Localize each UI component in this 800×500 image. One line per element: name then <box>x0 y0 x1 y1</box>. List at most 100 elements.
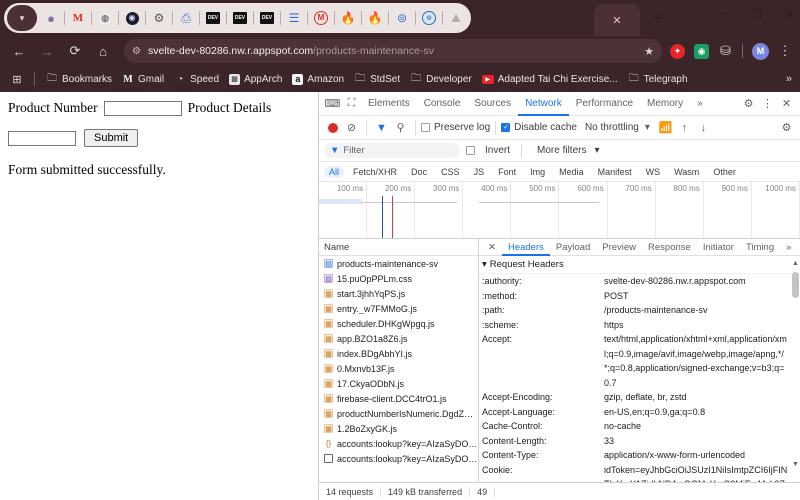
bookmark-gmail[interactable]: M Gmail <box>117 71 169 87</box>
new-tab-button[interactable]: + <box>648 10 668 30</box>
profile-avatar[interactable]: M <box>752 42 769 60</box>
chevron-tab[interactable]: ▾ <box>7 5 37 31</box>
preserve-log-checkbox[interactable] <box>421 123 430 132</box>
site-settings-icon[interactable]: ⚙ <box>132 46 141 57</box>
gray-tab[interactable]: ⛰ <box>443 5 469 31</box>
request-row[interactable]: ▤ products-maintenance-sv <box>319 256 478 271</box>
dev-tab-1[interactable]: DEV <box>200 5 226 31</box>
dev-tab-2[interactable]: DEV <box>227 5 253 31</box>
network-settings-icon[interactable]: ⚙ <box>777 118 796 137</box>
request-row[interactable]: ▦ 1.2BoZxyGK.js <box>319 421 478 436</box>
export-har-icon[interactable]: ↓ <box>694 118 713 137</box>
bookmark-apparch[interactable]: ▩ AppArch <box>224 72 287 87</box>
preserve-log-label[interactable]: Preserve log <box>434 122 490 133</box>
invert-label[interactable]: Invert <box>485 145 510 156</box>
type-chip-ws[interactable]: WS <box>641 166 666 178</box>
scrollbar-thumb[interactable] <box>792 272 799 298</box>
active-tab[interactable]: ✕ <box>594 4 640 36</box>
apps-grid-icon[interactable]: ⊞ <box>6 73 28 86</box>
request-row[interactable]: ▦ productNumberIsNumeric.DgdZBq... <box>319 406 478 421</box>
home-icon[interactable]: ⌂ <box>90 38 116 64</box>
extension-green-icon[interactable]: ◉ <box>694 43 709 59</box>
request-row[interactable]: ▦ index.BDgAbhYI.js <box>319 346 478 361</box>
detail-tab-initiator[interactable]: Initiator <box>697 239 740 256</box>
wifi-icon[interactable]: 📶 <box>656 118 675 137</box>
purple-app-tab[interactable]: ● <box>38 5 64 31</box>
globe-list-tab[interactable]: ⊜ <box>389 5 415 31</box>
section-caret-icon[interactable]: ▾ <box>482 259 487 270</box>
request-row[interactable]: ▨ 15.puOpPPLm.css <box>319 271 478 286</box>
settings-tab[interactable]: ⚙ <box>146 5 172 31</box>
request-row[interactable]: ▦ app.BZO1a8Z6.js <box>319 331 478 346</box>
product-number-input[interactable] <box>103 100 182 116</box>
scroll-up-icon[interactable]: ▲ <box>792 260 799 267</box>
request-row[interactable]: ▦ 17.CkyaODbN.js <box>319 376 478 391</box>
search-icon[interactable]: ⚲ <box>391 118 410 137</box>
inspect-element-icon[interactable]: ⌨ <box>323 94 342 113</box>
extension-red-icon[interactable]: ✦ <box>670 43 685 59</box>
detail-tab-preview[interactable]: Preview <box>596 239 642 256</box>
bookmark-adapted-tai-chi-exercise[interactable]: ▶ Adapted Tai Chi Exercise... <box>477 72 623 87</box>
extensions-puzzle-icon[interactable]: ⛁ <box>718 43 733 59</box>
disable-cache-label[interactable]: Disable cache <box>514 122 577 133</box>
request-row[interactable]: ▦ start.3jhhYqPS.js <box>319 286 478 301</box>
dev-tab-3[interactable]: DEV <box>254 5 280 31</box>
close-window-icon[interactable]: ✕ <box>784 8 794 20</box>
throttling-select[interactable]: No throttling <box>585 122 639 133</box>
network-overview-timeline[interactable]: 100 ms 200 ms 300 ms 400 ms 500 ms 600 ms 700 … <box>319 182 800 239</box>
bookmark-telegraph[interactable]: 🗀 Telegraph <box>623 71 693 87</box>
type-chip-js[interactable]: JS <box>469 166 490 178</box>
globe-tab[interactable]: ◍ <box>92 5 118 31</box>
request-row[interactable]: accounts:lookup?key=AIzaSyDOVy... <box>319 451 478 466</box>
detail-tab-headers[interactable]: Headers <box>502 239 550 256</box>
bookmark-stdset[interactable]: 🗀 StdSet <box>349 71 405 87</box>
devtools-close-icon[interactable]: ✕ <box>777 94 796 113</box>
disable-cache-checkbox[interactable] <box>501 122 511 133</box>
type-chip-img[interactable]: Img <box>525 166 550 178</box>
reload-icon[interactable]: ⟳ <box>62 38 88 64</box>
filter-input[interactable]: ▼ Filter <box>324 143 460 158</box>
bookmark-amazon[interactable]: a Amazon <box>287 72 349 87</box>
more-filters-caret-icon[interactable]: ▾ <box>594 145 599 156</box>
type-chip-css[interactable]: CSS <box>436 166 465 178</box>
device-toolbar-icon[interactable]: ⛶ <box>342 94 361 113</box>
bookmark-developer[interactable]: 🗀 Developer <box>405 71 477 87</box>
filter-toggle-icon[interactable]: ▼ <box>372 118 391 137</box>
gmail-circle-tab[interactable]: M <box>308 5 334 31</box>
devtools-tab-performance[interactable]: Performance <box>569 92 640 116</box>
detail-tab-payload[interactable]: Payload <box>550 239 596 256</box>
gmail-tab[interactable]: M <box>65 5 91 31</box>
dark-circle-tab[interactable]: ◉ <box>119 5 145 31</box>
type-chip-doc[interactable]: Doc <box>406 166 432 178</box>
product-details-input[interactable] <box>8 130 76 146</box>
scroll-down-icon[interactable]: ▼ <box>792 461 799 468</box>
devtools-tab-memory[interactable]: Memory <box>640 92 690 116</box>
bookmark-speed[interactable]: ◔ Speed <box>169 71 224 87</box>
bookmark-star-icon[interactable]: ★ <box>644 45 654 58</box>
request-row[interactable]: ▦ firebase-client.DCC4trO1.js <box>319 391 478 406</box>
bookmarks-overflow-icon[interactable]: » <box>786 73 792 85</box>
firebase-tab-1[interactable]: 🔥 <box>335 5 361 31</box>
devtools-tab-elements[interactable]: Elements <box>361 92 417 116</box>
close-tab-icon[interactable]: ✕ <box>612 14 621 27</box>
devtools-more-icon[interactable]: ⋮ <box>758 94 777 113</box>
record-button[interactable] <box>323 118 342 137</box>
type-chip-all[interactable]: All <box>324 165 345 178</box>
blue-globe-tab[interactable]: ⊕ <box>416 5 442 31</box>
devtools-tab-sources[interactable]: Sources <box>467 92 518 116</box>
forward-icon[interactable]: → <box>34 38 60 64</box>
clear-button[interactable]: ⊘ <box>342 118 361 137</box>
throttling-caret-icon[interactable]: ▾ <box>645 122 650 133</box>
type-chip-manifest[interactable]: Manifest <box>593 166 637 178</box>
bookmark-bookmarks[interactable]: 🗀 Bookmarks <box>41 71 117 87</box>
request-row[interactable]: ▦ scheduler.DHKgWpgq.js <box>319 316 478 331</box>
devtools-settings-icon[interactable]: ⚙ <box>739 94 758 113</box>
devtools-tab-network[interactable]: Network <box>518 92 569 116</box>
browser-menu-icon[interactable]: ⋮ <box>778 43 792 59</box>
submit-button[interactable]: Submit <box>84 129 139 147</box>
minimize-icon[interactable]: − <box>722 8 729 20</box>
requests-list-body[interactable]: ▤ products-maintenance-sv ▨ 15.puOpPPLm.css… <box>319 256 478 482</box>
detail-close-icon[interactable]: ✕ <box>482 239 502 256</box>
type-chip-other[interactable]: Other <box>708 166 741 178</box>
back-icon[interactable]: ← <box>6 38 32 64</box>
